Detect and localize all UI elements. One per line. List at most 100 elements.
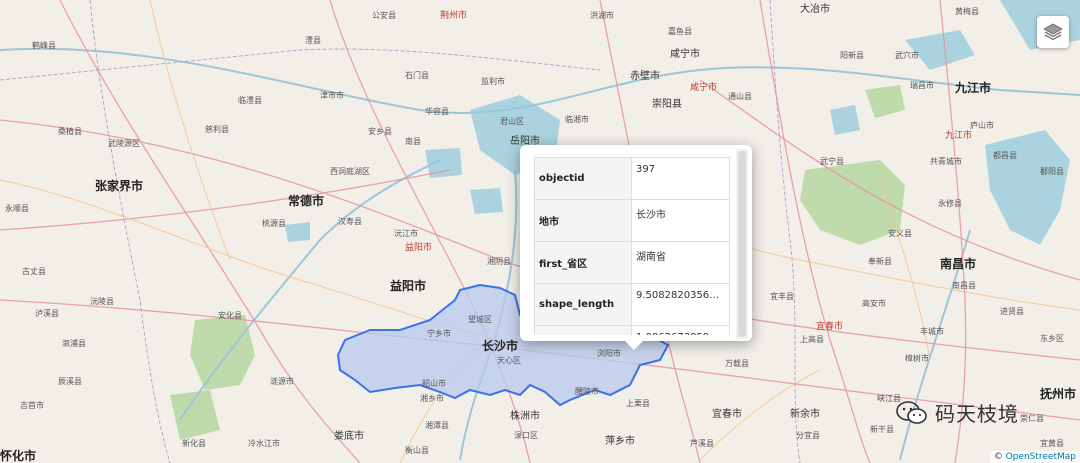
place-label-lushan: 庐山市 [970,121,994,130]
lake [905,30,975,70]
map-attribution: © OpenStreetMap [989,451,1080,463]
place-label-hengshan: 衡山县 [405,446,429,455]
forest-area [865,85,905,118]
place-label-yuanjiang: 沅江市 [394,229,418,238]
place-label-gujiang: 古丈县 [22,267,46,276]
place-label-boyang: 鄱阳县 [1040,167,1064,176]
attribution-prefix: © [993,452,1003,462]
place-label-xianning: 咸宁市 [670,49,700,60]
place-label-shangli: 上栗县 [626,399,650,408]
place-label-anhua: 安化县 [218,311,242,320]
attribute-table: objectid 397 地市 长沙市 first_省区 湖南省 shape_length 9… [534,157,730,335]
place-label-junshan: 君山区 [500,117,524,126]
place-label-yiyang_red: 益阳市 [405,243,433,253]
place-label-yichun_red: 宜春市 [816,322,844,332]
place-label-jiujiang: 九江市 [955,81,992,95]
place-label-wuning: 武宁县 [820,157,844,166]
lake [470,188,503,214]
place-label-jinshi: 津市市 [320,91,344,100]
place-label-zhuzhou: 株洲市 [510,411,540,422]
place-label-hefeng: 鹤峰县 [32,41,56,50]
place-label-wulingyuan: 武陵源区 [108,139,140,148]
map-view[interactable]: 公安县 荆州市 洪湖市 嘉鱼县 大冶市 黄梅县 鹤峰县 澧县 监利市 咸宁市 阳新县 武穴市 石门县 津市… [0,0,1080,463]
attribute-row: first_省区 湖南省 [534,241,730,284]
poyang-lake [985,130,1070,245]
place-label-xiangyin: 湘阴县 [487,257,511,266]
place-label-xingan: 新干县 [870,425,894,434]
wechat-icon [896,400,927,424]
place-label-fengcheng: 丰城市 [920,327,944,336]
place-label-shaoshan: 韶山市 [422,379,446,388]
place-label-luxi2: 泸溪县 [35,309,59,318]
attribute-value: 9.508282035685... [631,283,730,326]
place-label-chenxi: 辰溪县 [58,377,82,386]
place-label-fengxin: 奉新县 [868,257,892,266]
place-label-nanchang: 南昌市 [940,257,977,271]
layers-control-button[interactable] [1037,16,1069,48]
attribute-key: objectid [534,157,632,200]
forest-area [190,315,255,390]
place-label-loudi: 娄底市 [334,431,364,442]
place-label-linxiang: 临湘市 [565,115,589,124]
place-label-yuanling: 沅陵县 [90,297,114,306]
place-label-tianxin: 天心区 [497,356,521,365]
place-label-liuyang: 浏阳市 [597,349,621,358]
place-label-yongxiu: 永修县 [938,199,962,208]
place-label-fenyi: 分宜县 [796,431,820,440]
place-label-xiangxiang: 湘乡市 [420,394,444,403]
lake [285,222,310,242]
place-label-sangzhi: 桑植县 [58,127,82,136]
popup-tip [624,340,644,350]
lake [830,105,860,135]
place-label-xinyu: 新余市 [790,409,820,420]
osm-attribution-link[interactable]: OpenStreetMap [1006,452,1076,462]
place-label-xianning_red: 咸宁市 [690,83,718,93]
attribute-row: shape_length 9.508282035685... [534,283,730,326]
place-label-wuhan_edge: 大冶市 [800,4,830,15]
place-label-shanggao: 上高县 [800,335,824,344]
watermark: 码天枝境 [895,398,1019,427]
attribute-row: objectid 397 [534,157,730,200]
place-label-xinhua: 新化县 [182,439,206,448]
place-label-yiyang_j: 宜黄县 [1040,439,1064,448]
place-label-ruichang: 瑞昌市 [910,81,934,90]
place-label-xidongting: 西洞庭湖区 [330,167,370,176]
attribute-key: shape_length [534,283,632,326]
place-label-zhangshu: 樟树市 [905,354,929,363]
place-label-cili: 慈利县 [205,125,229,134]
popup-content[interactable]: objectid 397 地市 长沙市 first_省区 湖南省 shape_length 9… [534,157,730,335]
place-label-wuxue: 武穴市 [895,51,919,60]
place-label-jianli: 监利市 [481,77,505,86]
place-label-wanzai: 万载县 [725,359,749,368]
attribute-row: 地市 长沙市 [534,199,730,242]
place-label-changsha: 长沙市 [482,339,519,353]
place-label-liling: 醴陵市 [575,387,599,396]
popup-scrollbar[interactable] [736,149,748,339]
watermark-text: 码天枝境 [935,402,1019,426]
place-label-gongqing: 共青城市 [930,157,962,166]
place-label-chongyang: 崇阳县 [652,99,682,110]
place-label-xupu: 溆浦县 [62,339,86,348]
attribute-value: 1.086267385999... [631,325,730,335]
place-label-taoyuan: 桃源县 [262,219,286,228]
place-label-huarong: 华容县 [425,107,449,116]
place-label-xiangtan: 湘潭县 [425,421,449,430]
place-label-jishou: 吉首市 [20,401,44,410]
scrollbar-thumb[interactable] [738,151,746,337]
place-label-dongxiang: 东乡区 [1040,334,1064,343]
place-label-honghu: 洪湖市 [590,11,614,20]
place-label-fuzhou: 抚州市 [1040,387,1077,401]
place-label-duchang: 都昌县 [993,151,1017,160]
attribute-value: 长沙市 [631,199,730,242]
place-label-chongren: 崇仁县 [1020,414,1044,423]
attribute-value: 397 [631,157,730,200]
place-label-chibi: 赤壁市 [630,71,660,82]
place-label-luxi: 芦溪县 [690,439,714,448]
place-label-wangcheng: 望城区 [468,315,492,324]
place-label-anyi: 安义县 [888,229,912,238]
attribute-value: 湖南省 [631,241,730,284]
feature-popup[interactable]: objectid 397 地市 长沙市 first_省区 湖南省 shape_length 9… [520,145,752,341]
place-label-lianyuan: 涟源市 [270,377,294,386]
attribute-key: first_省区 [534,241,632,284]
place-label-linli: 临澧县 [238,96,262,105]
